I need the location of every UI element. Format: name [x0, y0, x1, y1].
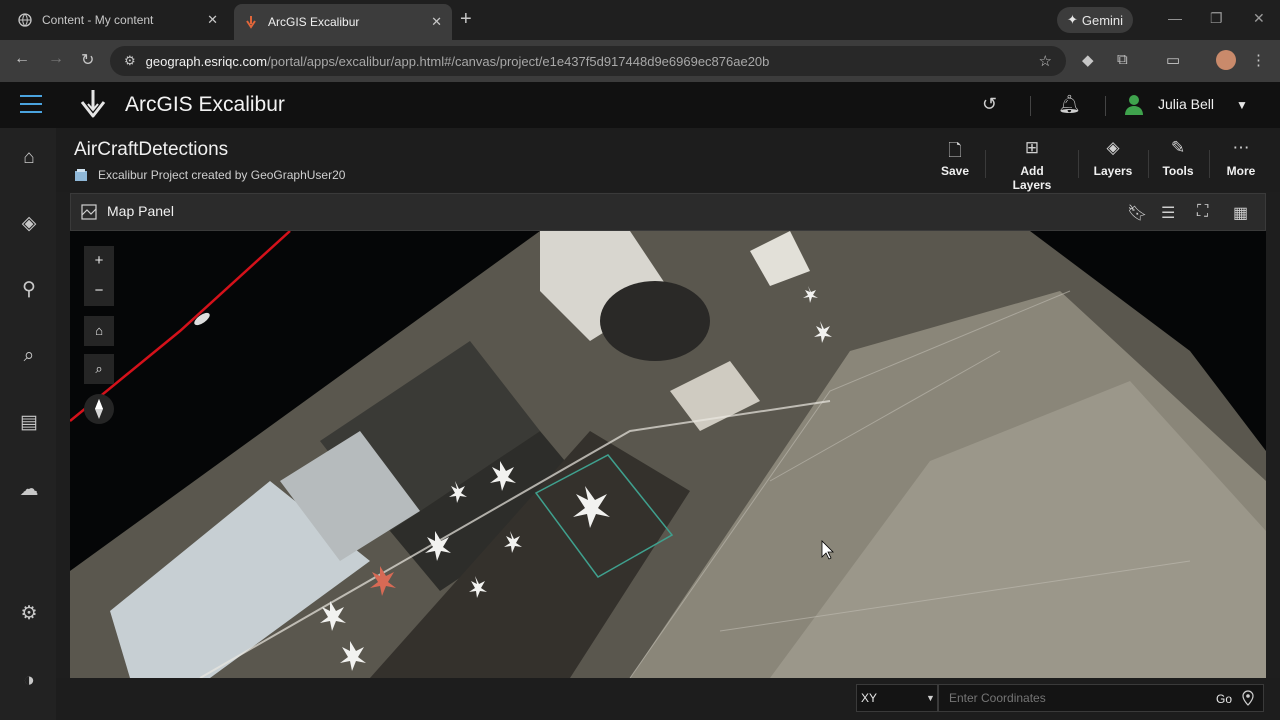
profile-avatar[interactable]	[1216, 50, 1236, 70]
user-avatar-icon[interactable]	[1124, 94, 1144, 116]
briefcase-icon[interactable]: ▤	[17, 411, 41, 435]
bookmark-star-icon[interactable]: ☆	[1039, 52, 1052, 70]
tab-search-icon[interactable]: ▭	[1166, 51, 1180, 69]
zoom-in-button[interactable]: +	[84, 246, 114, 276]
divider	[1105, 96, 1106, 116]
layers-label: Layers	[1093, 164, 1133, 178]
map-search-icon[interactable]: ⌕	[84, 354, 114, 384]
tools-button[interactable]: ✎ Tools	[1147, 138, 1209, 178]
location-pin-icon[interactable]	[1242, 690, 1254, 706]
excalibur-logo-icon	[80, 90, 106, 118]
back-icon[interactable]: ←	[14, 50, 30, 68]
fullscreen-icon[interactable]: ⛶	[1197, 203, 1208, 221]
history-icon[interactable]: ↺	[982, 94, 997, 115]
map-home-icon[interactable]: ⌂	[84, 316, 114, 346]
gemini-button[interactable]: ✦ Gemini	[1057, 7, 1133, 33]
project-subtitle: Excalibur Project created by GeoGraphUse…	[98, 168, 346, 182]
forward-icon[interactable]: →	[48, 50, 64, 68]
map-pin-icon[interactable]: ⚲	[17, 278, 41, 302]
home-icon[interactable]: ⌂	[17, 146, 41, 170]
grid-view-icon[interactable]: ▦	[1233, 203, 1248, 223]
map-panel-header: Map Panel 🔖︎ ☰ ⛶ ▦	[70, 193, 1266, 231]
add-layers-icon: ⊞	[1024, 138, 1040, 157]
layers-icon: ◈	[1106, 138, 1120, 157]
left-rail: ⌂ ◈ ⚲ ⌕ ▤ ☁ ⚙ ◑	[0, 128, 56, 720]
tools-icon: ✎	[1170, 138, 1186, 157]
tab-content[interactable]: Content - My content ✕	[8, 6, 228, 34]
user-name[interactable]: Julia Bell	[1158, 96, 1214, 112]
hamburger-menu-icon[interactable]	[20, 95, 42, 119]
extension-icon[interactable]: ◆	[1082, 51, 1094, 69]
add-layers-label: Add Layers	[1012, 164, 1052, 192]
url-path: /portal/apps/excalibur/app.html#/canvas/…	[267, 53, 770, 69]
map-panel-icon	[81, 204, 97, 220]
excalibur-favicon-icon	[246, 16, 256, 29]
puzzle-extensions-icon[interactable]: ⧉	[1117, 51, 1128, 68]
save-icon: 🗋︎	[948, 141, 962, 160]
close-tab-icon[interactable]: ✕	[431, 14, 442, 30]
app-header: ArcGIS Excalibur ↺ 🔔︎ Julia Bell ▼	[0, 82, 1280, 128]
tools-label: Tools	[1162, 164, 1194, 178]
go-button[interactable]: Go	[1216, 692, 1232, 706]
minimize-icon[interactable]: —	[1168, 10, 1182, 26]
more-button[interactable]: ⋯ More	[1210, 138, 1272, 178]
save-button[interactable]: 🗋︎ Save	[924, 138, 986, 178]
chevron-down-icon[interactable]: ▼	[926, 693, 935, 703]
project-title: AirCraftDetections	[74, 139, 229, 160]
satellite-imagery[interactable]	[70, 231, 1266, 678]
project-icon	[75, 169, 87, 181]
map-view[interactable]: + − ⌂ ⌕	[70, 231, 1266, 678]
tab-excalibur[interactable]: ArcGIS Excalibur ✕	[234, 4, 452, 40]
close-tab-icon[interactable]: ✕	[207, 12, 218, 28]
compass-icon[interactable]	[84, 394, 114, 424]
cloud-upload-icon[interactable]: ☁	[17, 478, 41, 502]
app-title: ArcGIS Excalibur	[125, 93, 285, 116]
divider	[1078, 150, 1079, 178]
tab-title: ArcGIS Excalibur	[268, 15, 360, 29]
address-bar[interactable]: ⚙ geograph.esriqc.com/portal/apps/excali…	[110, 46, 1066, 76]
gemini-label: Gemini	[1081, 12, 1124, 28]
coordinate-bar: XY ▼ Go	[56, 678, 1280, 720]
layers-icon[interactable]: ◈	[17, 212, 41, 236]
close-window-icon[interactable]: ✕	[1253, 10, 1265, 27]
divider	[1030, 96, 1031, 116]
settings-gear-icon[interactable]: ⚙	[17, 602, 41, 626]
save-label: Save	[940, 164, 970, 178]
notifications-bell-icon[interactable]: 🔔︎	[1058, 94, 1081, 115]
map-panel-title: Map Panel	[107, 203, 174, 219]
restore-icon[interactable]: ❐	[1210, 10, 1223, 27]
site-settings-icon[interactable]: ⚙	[124, 53, 136, 69]
zoom-out-button[interactable]: −	[84, 276, 114, 306]
reload-icon[interactable]: ↻	[81, 50, 94, 70]
globe-icon	[18, 13, 32, 27]
sparkle-icon: ✦	[1066, 12, 1078, 27]
browser-tab-bar: Content - My content ✕ ArcGIS Excalibur …	[0, 0, 1280, 40]
add-layers-button[interactable]: ⊞ Add Layers	[1001, 138, 1063, 192]
more-icon: ⋯	[1232, 138, 1250, 157]
list-icon[interactable]: ☰	[1161, 203, 1175, 223]
tab-title: Content - My content	[42, 13, 154, 27]
bookmark-icon[interactable]: 🔖︎	[1127, 203, 1147, 223]
project-header: AirCraftDetections Excalibur Project cre…	[56, 128, 1280, 192]
new-tab-button[interactable]: +	[460, 9, 472, 29]
more-label: More	[1226, 164, 1256, 178]
chevron-down-icon[interactable]: ▼	[1236, 98, 1248, 112]
browser-menu-icon[interactable]: ⋮	[1251, 51, 1266, 69]
contrast-toggle-icon[interactable]: ◑	[17, 669, 41, 693]
divider	[985, 150, 986, 178]
url-host: geograph.esriqc.com	[145, 53, 268, 69]
layers-button[interactable]: ◈ Layers	[1082, 138, 1144, 178]
browser-toolbar: ← → ↻ ⚙ geograph.esriqc.com/portal/apps/…	[0, 40, 1280, 82]
search-icon[interactable]: ⌕	[17, 344, 41, 368]
